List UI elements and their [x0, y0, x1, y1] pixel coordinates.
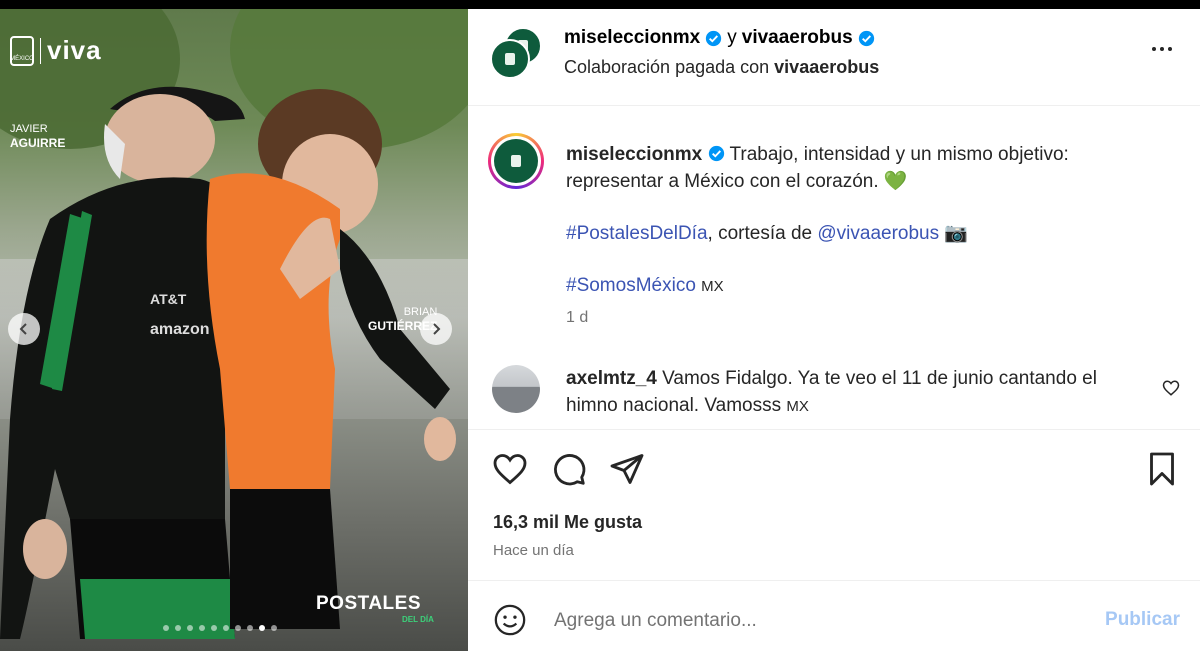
top-edge — [0, 0, 1200, 9]
caption-timestamp[interactable]: 1 d — [566, 309, 588, 327]
slide-dot — [223, 625, 229, 631]
save-bookmark-icon[interactable] — [1144, 451, 1180, 487]
brand-logo: MÉXICO viva — [10, 35, 102, 66]
post-media[interactable]: AT&T amazon MÉXICO viva JAVIER AGUIRRE B… — [0, 9, 468, 651]
connector-text: y — [727, 27, 737, 48]
tag-first-name: JAVIER — [10, 123, 48, 135]
dot-icon — [1168, 47, 1172, 51]
previous-slide-button[interactable] — [8, 313, 40, 345]
comment-text-line1: Vamos Fidalgo. Ya te veo el 11 de junio … — [662, 368, 1097, 389]
caption-courtesy: , cortesía de — [707, 223, 813, 244]
svg-text:AT&T: AT&T — [150, 291, 187, 307]
post-details-panel: miseleccionmx y vivaaerobus Colaboración… — [468, 9, 1200, 651]
caption-text-line1: Trabajo, intensidad y un mismo objetivo: — [729, 144, 1069, 165]
commenter-avatar[interactable] — [492, 365, 540, 413]
slide-dot — [199, 625, 205, 631]
collab-accounts: miseleccionmx y vivaaerobus — [564, 27, 875, 49]
avatar-miseleccionmx — [490, 39, 530, 79]
next-slide-button[interactable] — [420, 313, 452, 345]
comment-text-line2: himno nacional. Vamosss — [566, 395, 782, 416]
brand-name: viva — [47, 35, 102, 65]
caption-username[interactable]: miseleccionmx — [566, 144, 702, 165]
instagram-post-modal: AT&T amazon MÉXICO viva JAVIER AGUIRRE B… — [0, 0, 1200, 651]
emoji-smiley-icon[interactable] — [493, 603, 527, 637]
chevron-right-icon — [433, 323, 441, 335]
collab-avatars[interactable] — [490, 27, 544, 81]
tag-last-name: AGUIRRE — [10, 136, 66, 150]
avatar-image — [494, 139, 538, 183]
post-header: miseleccionmx y vivaaerobus Colaboración… — [468, 9, 1200, 106]
hashtag-somosmexico[interactable]: #SomosMéxico — [566, 275, 696, 296]
slide-dot — [187, 625, 193, 631]
hashtag-postales[interactable]: #PostalesDelDía — [566, 223, 708, 244]
more-options-button[interactable] — [1152, 47, 1172, 51]
mexico-flag-icon: MX — [701, 278, 724, 295]
slide-dot — [163, 625, 169, 631]
slide-dot — [259, 625, 265, 631]
paid-partnership-label: Colaboración pagada con vivaaerobus — [564, 57, 879, 78]
post-caption: miseleccionmx Trabajo, intensidad y un m… — [566, 141, 1166, 300]
avatar-ring-inner — [491, 136, 541, 186]
mexico-flag-icon: MX — [786, 398, 809, 415]
slide-dot — [271, 625, 277, 631]
slide-dot — [247, 625, 253, 631]
caption-avatar[interactable] — [488, 133, 544, 189]
player-figure — [206, 89, 456, 629]
postales-title: POSTALES — [316, 593, 421, 614]
shield-icon: MÉXICO — [10, 35, 34, 66]
slide-dot — [211, 625, 217, 631]
publish-button[interactable]: Publicar — [1105, 609, 1180, 631]
brand-separator — [40, 37, 41, 64]
share-paper-plane-icon[interactable] — [609, 451, 645, 487]
comment-username[interactable]: axelmtz_4 — [566, 368, 657, 389]
shield-icon — [511, 155, 521, 167]
like-heart-icon[interactable] — [492, 451, 528, 487]
verified-badge-icon — [708, 145, 724, 162]
dot-icon — [1152, 47, 1156, 51]
slide-dot — [235, 625, 241, 631]
slide-dot — [175, 625, 181, 631]
comment-input[interactable] — [552, 605, 1076, 637]
post-date: Hace un día — [493, 542, 574, 559]
slide-indicator — [163, 625, 277, 631]
comment-bubble-icon[interactable] — [551, 451, 587, 487]
shield-icon — [505, 53, 515, 65]
postales-subtitle: DEL DÍA — [402, 615, 434, 624]
likes-count[interactable]: 16,3 mil Me gusta — [493, 512, 642, 533]
account-link-1[interactable]: miseleccionmx — [564, 27, 700, 49]
caption-text-line2: representar a México con el corazón. 💚 — [566, 171, 908, 192]
account-link-2[interactable]: vivaaerobus — [742, 27, 853, 49]
mention-vivaaerobus[interactable]: @vivaaerobus — [817, 223, 939, 244]
comment-item: axelmtz_4 Vamos Fidalgo. Ya te veo el 11… — [566, 365, 1146, 420]
paid-partner-link[interactable]: vivaaerobus — [774, 57, 879, 77]
player-tag-left: JAVIER AGUIRRE — [10, 122, 65, 151]
chevron-left-icon — [19, 323, 27, 335]
comment-like-heart-icon[interactable] — [1162, 379, 1180, 397]
dot-icon — [1160, 47, 1164, 51]
divider — [468, 429, 1200, 430]
paid-partnership-prefix: Colaboración pagada con — [564, 57, 770, 77]
verified-badge-icon — [706, 30, 722, 46]
camera-emoji-icon: 📷 — [944, 223, 969, 244]
verified-badge-icon — [858, 30, 874, 46]
divider — [468, 580, 1200, 581]
